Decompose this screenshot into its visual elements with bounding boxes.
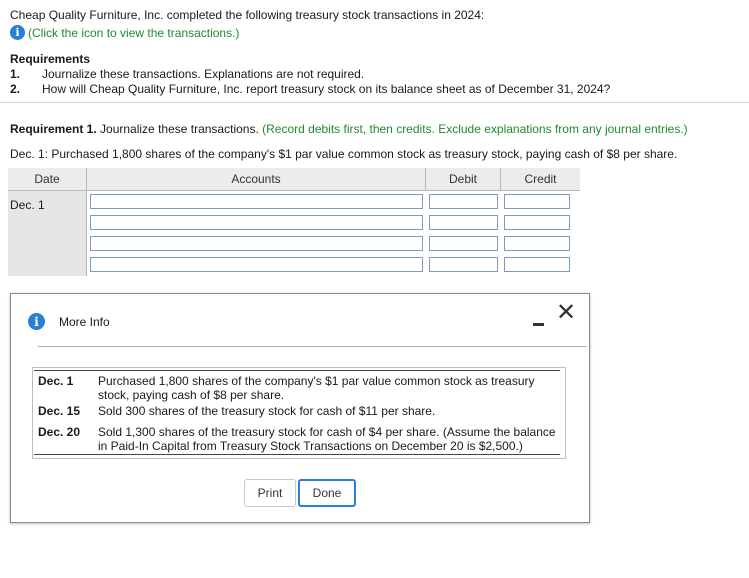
- debit-input[interactable]: [429, 257, 498, 272]
- requirement-1-label: Requirement 1.: [10, 122, 97, 136]
- credit-input[interactable]: [504, 257, 570, 272]
- transaction-text: Sold 300 shares of the treasury stock fo…: [98, 404, 436, 418]
- transaction-description: Dec. 1: Purchased 1,800 shares of the co…: [10, 147, 678, 161]
- entry-date: Dec. 1: [10, 198, 45, 212]
- requirement-1-text: Journalize these transactions.: [96, 122, 259, 136]
- transaction-date: Dec. 1: [38, 374, 74, 388]
- requirement-number: 1.: [10, 67, 21, 81]
- account-input[interactable]: [90, 257, 423, 272]
- view-transactions-link[interactable]: (Click the icon to view the transactions…: [28, 26, 239, 40]
- requirement-number: 2.: [10, 82, 21, 96]
- debit-input[interactable]: [429, 194, 498, 209]
- journal-entry-table: Date Accounts Debit Credit Dec. 1: [8, 168, 580, 276]
- credit-input[interactable]: [504, 215, 570, 230]
- intro-text: Cheap Quality Furniture, Inc. completed …: [10, 8, 485, 22]
- date-cell: Dec. 1: [8, 191, 86, 276]
- requirements-title: Requirements: [10, 52, 91, 66]
- minimize-icon[interactable]: [530, 313, 548, 331]
- debit-header: Debit: [426, 168, 500, 191]
- requirement-text: Journalize these transactions. Explanati…: [42, 67, 365, 81]
- modal-divider: [38, 346, 587, 347]
- requirement-item: 1. Journalize these transactions. Explan…: [10, 67, 364, 81]
- modal-title: More Info: [59, 314, 110, 329]
- account-input[interactable]: [90, 194, 423, 209]
- transaction-text: Sold 1,300 shares of the treasury stock …: [98, 425, 556, 453]
- print-button[interactable]: Print: [244, 479, 296, 507]
- info-icon[interactable]: i: [10, 25, 25, 40]
- debit-input[interactable]: [429, 215, 498, 230]
- table-rule: [34, 370, 560, 371]
- done-button[interactable]: Done: [298, 479, 356, 507]
- requirement-1-note: (Record debits first, then credits. Excl…: [258, 122, 688, 136]
- close-icon[interactable]: ✕: [556, 301, 576, 325]
- accounts-header: Accounts: [87, 168, 425, 191]
- requirement-text: How will Cheap Quality Furniture, Inc. r…: [42, 82, 611, 96]
- credit-input[interactable]: [504, 194, 570, 209]
- transaction-date: Dec. 15: [38, 404, 81, 418]
- info-icon: i: [28, 313, 45, 330]
- requirement-1-heading: Requirement 1. Journalize these transact…: [10, 122, 688, 136]
- requirement-item: 2. How will Cheap Quality Furniture, Inc…: [10, 82, 610, 96]
- date-header: Date: [8, 168, 86, 191]
- transaction-date: Dec. 20: [38, 425, 81, 439]
- credit-input[interactable]: [504, 236, 570, 251]
- table-rule: [34, 454, 560, 455]
- section-divider: [0, 102, 749, 103]
- modal-header: i More Info: [28, 313, 110, 330]
- account-input[interactable]: [90, 236, 423, 251]
- view-transactions-row[interactable]: i (Click the icon to view the transactio…: [10, 25, 239, 40]
- transaction-text: Purchased 1,800 shares of the company's …: [98, 374, 535, 402]
- account-input[interactable]: [90, 215, 423, 230]
- debit-input[interactable]: [429, 236, 498, 251]
- credit-header: Credit: [501, 168, 580, 191]
